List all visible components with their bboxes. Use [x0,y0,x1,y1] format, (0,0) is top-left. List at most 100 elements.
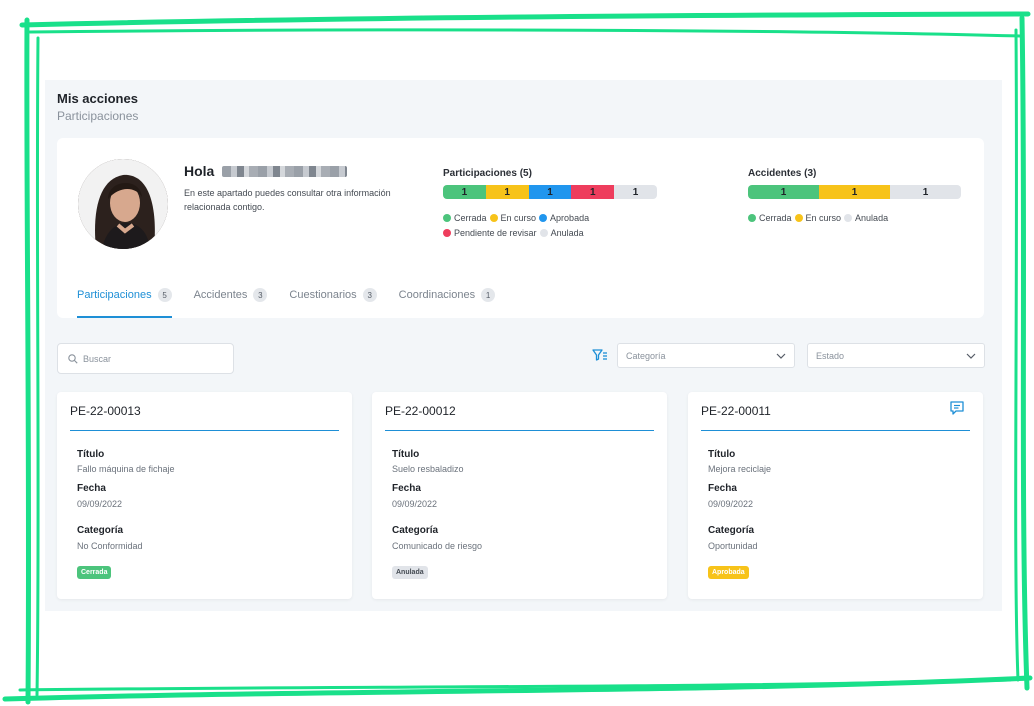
legend-item: Pendiente de revisar [443,226,537,240]
status-dot-icon [443,229,451,237]
blurred-user-name [222,165,348,177]
tab-count-badge: 3 [362,288,377,302]
tab-bar: Participaciones 5 Accidentes 3 Cuestiona… [77,288,496,318]
bar-segment-aprobada: 1 [528,185,572,199]
status-badge: Cerrada [77,566,112,579]
filter-icon[interactable] [592,347,608,363]
search-box[interactable] [57,343,234,374]
legend-label: En curso [805,213,842,223]
bar-segment-cerrada: 1 [443,185,486,199]
fecha-label: Fecha [708,483,737,494]
titulo-label: Título [392,449,420,460]
bar-segment-anulada: 1 [890,185,961,199]
legend-label: Cerrada [454,213,487,223]
participaciones-legend: Cerrada En curso Aprobada Pendiente de rev… [443,211,643,241]
tab-count-badge: 1 [481,288,496,302]
titulo-value: Mejora reciclaje [708,464,772,474]
page-title: Mis acciones [57,91,138,106]
categoria-value: Oportunidad [708,541,758,551]
card-code: PE-22-00013 [70,404,141,418]
bar-segment-en-curso: 1 [485,185,529,199]
status-badge: Anulada [392,566,428,579]
card-divider [70,430,339,431]
status-dot-icon [539,214,548,222]
legend-label: En curso [500,213,537,223]
search-icon [68,353,78,364]
tab-count-badge: 5 [157,288,172,302]
app-container: Mis acciones Participaciones Hola En est… [45,80,1002,611]
legend-label: Anulada [855,213,889,223]
bar-segment-pendiente: 1 [571,185,615,199]
titulo-value: Suelo resbaladizo [392,464,464,474]
comment-icon[interactable] [949,400,965,416]
fecha-value: 09/09/2022 [708,499,754,509]
fecha-value: 09/09/2022 [392,499,438,509]
categoria-select[interactable]: Categoría [617,343,795,368]
legend-label: Pendiente de revisar [454,228,537,238]
tab-cuestionarios[interactable]: Cuestionarios 3 [289,288,377,318]
status-dot-icon [443,214,451,222]
legend-label: Cerrada [759,213,792,223]
legend-item: Anulada [844,211,888,225]
status-badge: Aprobada [708,566,749,579]
estado-select[interactable]: Estado [807,343,985,368]
categoria-value: Comunicado de riesgo [392,541,483,551]
chevron-down-icon [776,353,786,359]
status-dot-icon [844,214,853,222]
avatar [78,159,168,249]
chevron-down-icon [966,353,976,359]
legend-item: En curso [794,211,842,225]
intro-text: En este apartado puedes consultar otra i… [184,188,391,212]
tab-label: Coordinaciones [398,289,476,301]
categoria-value: No Conformidad [77,541,143,551]
status-dot-icon [539,229,548,237]
bar-segment-cerrada: 1 [748,185,819,199]
bar-segment-anulada: 1 [614,185,657,199]
legend-label: Anulada [550,228,584,238]
legend-label: Aprobada [550,213,590,223]
categoria-placeholder: Categoría [626,350,666,361]
categoria-label: Categoría [708,525,755,536]
card-code: PE-22-00011 [701,404,771,418]
legend-item: Anulada [539,226,584,240]
participacion-card[interactable]: PE-22-00013 Título Fallo máquina de fich… [57,392,352,599]
fecha-value: 09/09/2022 [77,499,123,509]
card-code: PE-22-00012 [385,404,456,418]
status-dot-icon [748,214,756,222]
legend-item: Cerrada [748,211,792,225]
bar-segment-en-curso: 1 [819,185,890,199]
accidentes-legend: Cerrada En curso Anulada [748,211,961,226]
status-dot-icon [794,214,803,222]
greeting: Hola [184,163,348,179]
status-dot-icon [489,214,498,222]
titulo-value: Fallo máquina de fichaje [77,464,175,474]
participaciones-stats-title: Participaciones (5) [443,168,532,179]
card-divider [385,430,654,431]
tab-accidentes[interactable]: Accidentes 3 [194,288,268,318]
tab-count-badge: 3 [253,288,268,302]
participacion-card[interactable]: PE-22-00011 Título Mejora reciclaje Fech… [688,392,983,599]
tab-coordinaciones[interactable]: Coordinaciones 1 [398,288,496,318]
card-divider [701,430,970,431]
accidentes-stats-title: Accidentes (3) [748,168,817,179]
profile-card: Hola En este apartado puedes consultar o… [57,138,984,318]
participaciones-status-bar: 1 1 1 1 1 [443,185,657,199]
titulo-label: Título [708,449,736,460]
tab-label: Cuestionarios [289,289,357,301]
legend-item: Aprobada [539,211,589,225]
fecha-label: Fecha [77,483,106,494]
search-input[interactable] [83,353,223,364]
greeting-label: Hola [184,163,215,179]
accidentes-status-bar: 1 1 1 [748,185,961,199]
tab-participaciones[interactable]: Participaciones 5 [77,288,172,318]
estado-placeholder: Estado [816,350,845,361]
titulo-label: Título [77,449,105,460]
tab-label: Participaciones [77,289,152,301]
page-subtitle: Participaciones [57,109,139,123]
categoria-label: Categoría [392,525,439,536]
legend-item: Cerrada [443,211,487,225]
legend-item: En curso [489,211,537,225]
tab-label: Accidentes [193,289,248,301]
participacion-card[interactable]: PE-22-00012 Título Suelo resbaladizo Fec… [372,392,667,599]
categoria-label: Categoría [77,525,124,536]
